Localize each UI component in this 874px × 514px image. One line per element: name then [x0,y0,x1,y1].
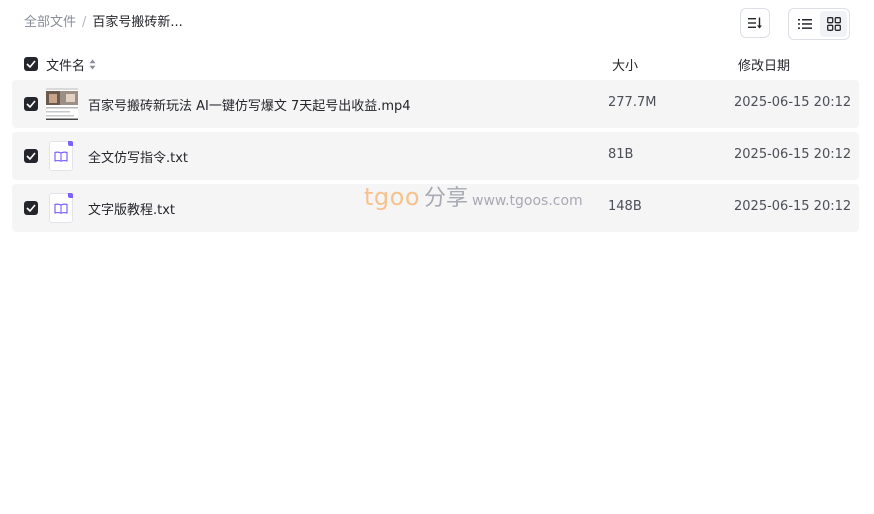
file-row[interactable]: 百家号搬砖新玩法 AI一键仿写爆文 7天起号出收益.mp4 277.7M 202… [12,80,859,128]
sort-descending-icon [748,17,762,29]
file-name[interactable]: 全文仿写指令.txt [88,147,188,166]
file-row[interactable]: 全文仿写指令.txt 81B 2025-06-15 20:12 [12,132,859,180]
file-checkbox[interactable] [24,201,38,215]
file-checkbox[interactable] [24,97,38,111]
view-mode-toggle [788,8,850,40]
checkmark-icon [26,60,36,68]
select-all-checkbox[interactable] [24,57,38,71]
text-file-thumbnail [46,140,78,172]
video-file-icon [46,88,78,120]
file-date: 2025-06-15 20:12 [734,199,852,214]
name-column-label: 文件名 [46,59,86,74]
file-date: 2025-06-15 20:12 [734,147,852,162]
text-file-thumbnail [46,192,78,224]
file-size: 148B [608,199,642,214]
grid-view-icon [826,17,841,31]
book-icon [54,151,68,162]
breadcrumb-root-link[interactable]: 全部文件 [24,14,76,32]
grid-view-button[interactable] [820,11,847,37]
watermark: tgoo 分享 www.tgoos.com [364,180,583,212]
file-name[interactable]: 文字版教程.txt [88,199,175,218]
watermark-url: www.tgoos.com [472,193,583,209]
name-column-header[interactable]: 文件名 [46,55,96,74]
file-date: 2025-06-15 20:12 [734,95,852,110]
breadcrumb: 全部文件 / 百家号搬砖新... [24,14,183,32]
file-list-header: 文件名 大小 修改日期 [12,52,859,76]
sort-button[interactable] [740,8,770,38]
file-name[interactable]: 百家号搬砖新玩法 AI一键仿写爆文 7天起号出收益.mp4 [88,95,411,114]
file-checkbox[interactable] [24,149,38,163]
text-file-icon [49,141,73,171]
file-size: 81B [608,147,634,162]
video-thumbnail [46,88,78,120]
date-column-header[interactable]: 修改日期 [738,55,790,74]
watermark-share-text: 分享 [424,186,469,211]
checkmark-icon [26,152,36,160]
file-size: 277.7M [608,95,657,110]
checkmark-icon [26,100,36,108]
breadcrumb-current-folder: 百家号搬砖新... [92,15,183,30]
list-view-button[interactable] [791,11,818,37]
watermark-brand: tgoo [364,183,421,211]
size-column-header[interactable]: 大小 [612,55,638,74]
text-file-icon [49,193,73,223]
book-icon [54,203,68,214]
list-view-icon [797,19,812,29]
top-bar: 全部文件 / 百家号搬砖新... [0,0,874,48]
breadcrumb-separator: / [82,15,87,30]
checkmark-icon [26,204,36,212]
sort-toggle-icon [89,59,96,70]
